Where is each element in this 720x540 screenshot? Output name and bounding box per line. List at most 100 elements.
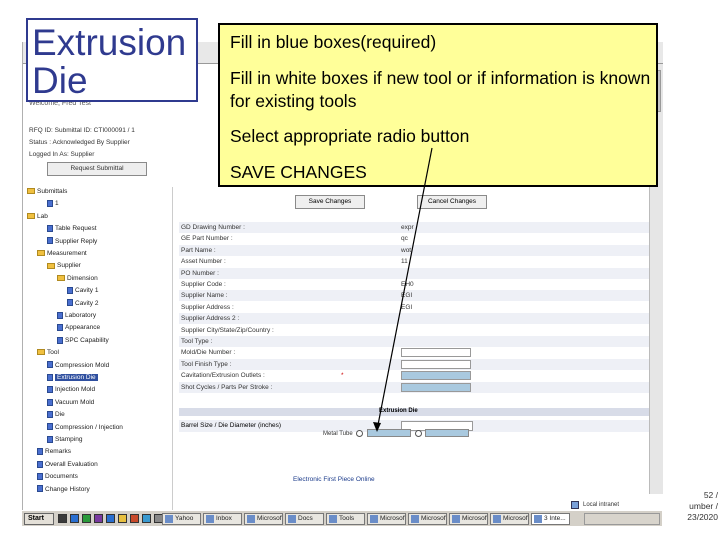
tree-item[interactable]: Tool (37, 348, 59, 358)
rfq-info: RFQ ID: Submittal ID: CTI000091 / 1 (29, 127, 135, 134)
tree-item[interactable]: Overall Evaluation (37, 460, 98, 470)
form-row-value: EGI (401, 303, 413, 311)
tool-form: GD Drawing Number : expr GE Part Number : q… (179, 222, 649, 432)
system-tray[interactable] (584, 513, 660, 525)
quicklaunch-icon-3[interactable] (82, 514, 91, 523)
tree-item[interactable]: Lab (27, 212, 48, 222)
tree-item[interactable]: Supplier Reply (47, 237, 97, 247)
tree-item[interactable]: SPC Capability (57, 336, 109, 346)
radio-option-2[interactable] (414, 429, 422, 437)
tree-item-label: Cavity 1 (75, 287, 99, 295)
document-icon (67, 299, 73, 307)
quicklaunch-icon-6[interactable] (118, 514, 127, 523)
quicklaunch-icon-7[interactable] (130, 514, 139, 523)
radio-option-1[interactable] (356, 429, 364, 437)
tree-item[interactable]: Remarks (37, 447, 71, 457)
tree-item[interactable]: Measurement (37, 249, 87, 259)
cancel-changes-button[interactable]: Cancel Changes (417, 195, 487, 209)
app-icon (165, 515, 173, 523)
slide-title: Extrusion Die (32, 24, 186, 100)
form-row-value: qc (401, 235, 408, 243)
instruction-callout: Fill in blue boxes(required) Fill in whi… (218, 23, 658, 187)
form-row-label: Shot Cycles / Parts Per Stroke : (181, 383, 273, 391)
tree-item[interactable]: Dimension (57, 274, 98, 284)
task-label: Microsoft (462, 515, 488, 522)
tree-item[interactable]: Extrusion Die (47, 373, 98, 383)
optional-input[interactable] (401, 359, 471, 369)
tree-item[interactable]: Compression Mold (47, 361, 109, 371)
taskbar-task-button[interactable]: Inbox (203, 513, 242, 525)
form-row-label: PO Number : (181, 269, 219, 277)
document-icon (47, 200, 53, 208)
tree-item[interactable]: Documents (37, 472, 78, 482)
document-icon (37, 460, 43, 468)
tree-item[interactable]: Stamping (47, 435, 82, 445)
taskbar-task-button[interactable]: 3 Inte... (531, 513, 570, 525)
quicklaunch-icon-5[interactable] (106, 514, 115, 523)
form-row-value: wot (401, 246, 412, 254)
tree-item-label: Appearance (65, 324, 101, 332)
tree-item[interactable]: Cavity 1 (67, 286, 98, 296)
tree-item[interactable]: 1 (47, 199, 59, 209)
form-row-label: Supplier Name : (181, 292, 228, 300)
required-input[interactable] (401, 382, 471, 392)
request-submittal-button[interactable]: Request Submittal (47, 162, 147, 176)
footer-link[interactable]: Electronic First Piece Online (293, 476, 375, 483)
required-input[interactable] (401, 371, 471, 381)
form-row-label: Cavitation/Extrusion Outlets : (181, 372, 265, 380)
tree-item-label: 1 (55, 200, 59, 208)
folder-icon (37, 349, 45, 356)
taskbar-task-button[interactable]: Microsoft (367, 513, 406, 525)
document-icon (57, 324, 63, 332)
form-row: Mold/Die Number : (179, 347, 649, 358)
tree-item-label: Tool (47, 349, 59, 357)
save-changes-button[interactable]: Save Changes (295, 195, 365, 209)
instruction-4: SAVE CHANGES (230, 162, 367, 182)
tree-item[interactable]: Cavity 2 (67, 299, 98, 309)
taskbar-task-button[interactable]: Docs (285, 513, 324, 525)
tree-item-label: Overall Evaluation (45, 460, 98, 468)
start-button[interactable]: Start (24, 513, 54, 525)
tree-item[interactable]: Injection Mold (47, 385, 95, 395)
taskbar-task-button[interactable]: Microsoft (449, 513, 488, 525)
quicklaunch-icon-8[interactable] (142, 514, 151, 523)
tree-item[interactable]: Change History (37, 485, 90, 495)
tree-item-label: Extrusion Die (55, 374, 98, 381)
app-icon (493, 515, 501, 523)
quicklaunch-icon-2[interactable] (70, 514, 79, 523)
tree-item-label: Injection Mold (55, 386, 96, 394)
tree-item[interactable]: Laboratory (57, 311, 96, 321)
tree-item[interactable]: Compression / Injection (47, 423, 123, 433)
folder-icon (27, 213, 35, 220)
quicklaunch-icon-4[interactable] (94, 514, 103, 523)
tree-item[interactable]: Die (47, 410, 65, 420)
tree-item-label: Cavity 2 (75, 299, 99, 307)
optional-input[interactable] (401, 348, 471, 358)
document-icon (47, 237, 53, 245)
task-label: Inbox (216, 515, 232, 522)
tree-item[interactable]: Submittals (27, 187, 67, 197)
task-label: Docs (298, 515, 313, 522)
taskbar-task-button[interactable]: Microsoft (244, 513, 283, 525)
radio-prefix-label: Metal Tube (323, 431, 353, 437)
tree-item[interactable]: Appearance (57, 323, 100, 333)
tree-item-label: SPC Capability (65, 336, 109, 344)
radio-value-field-2[interactable] (425, 429, 470, 438)
taskbar-task-button[interactable]: Microsoft (408, 513, 447, 525)
tree-item[interactable]: Table Request (47, 224, 97, 234)
tree-item[interactable]: Supplier (47, 261, 81, 271)
document-icon (37, 485, 43, 493)
local-intranet-label: Local intranet (583, 502, 620, 508)
document-icon (37, 448, 43, 456)
instruction-1: Fill in blue boxes(required) (230, 32, 437, 52)
task-label: Microsoft (503, 515, 529, 522)
taskbar-task-button[interactable]: Yahoo (162, 513, 201, 525)
task-label: 3 Inte... (544, 515, 566, 522)
radio-value-field[interactable] (367, 429, 412, 438)
quicklaunch-icon-1[interactable] (58, 514, 67, 523)
form-row-label: GE Part Number : (181, 235, 233, 243)
taskbar-task-button[interactable]: Microsoft (490, 513, 529, 525)
form-row: Asset Number : 11 (179, 256, 649, 267)
taskbar-task-button[interactable]: Tools (326, 513, 365, 525)
tree-item[interactable]: Vacuum Mold (47, 398, 94, 408)
